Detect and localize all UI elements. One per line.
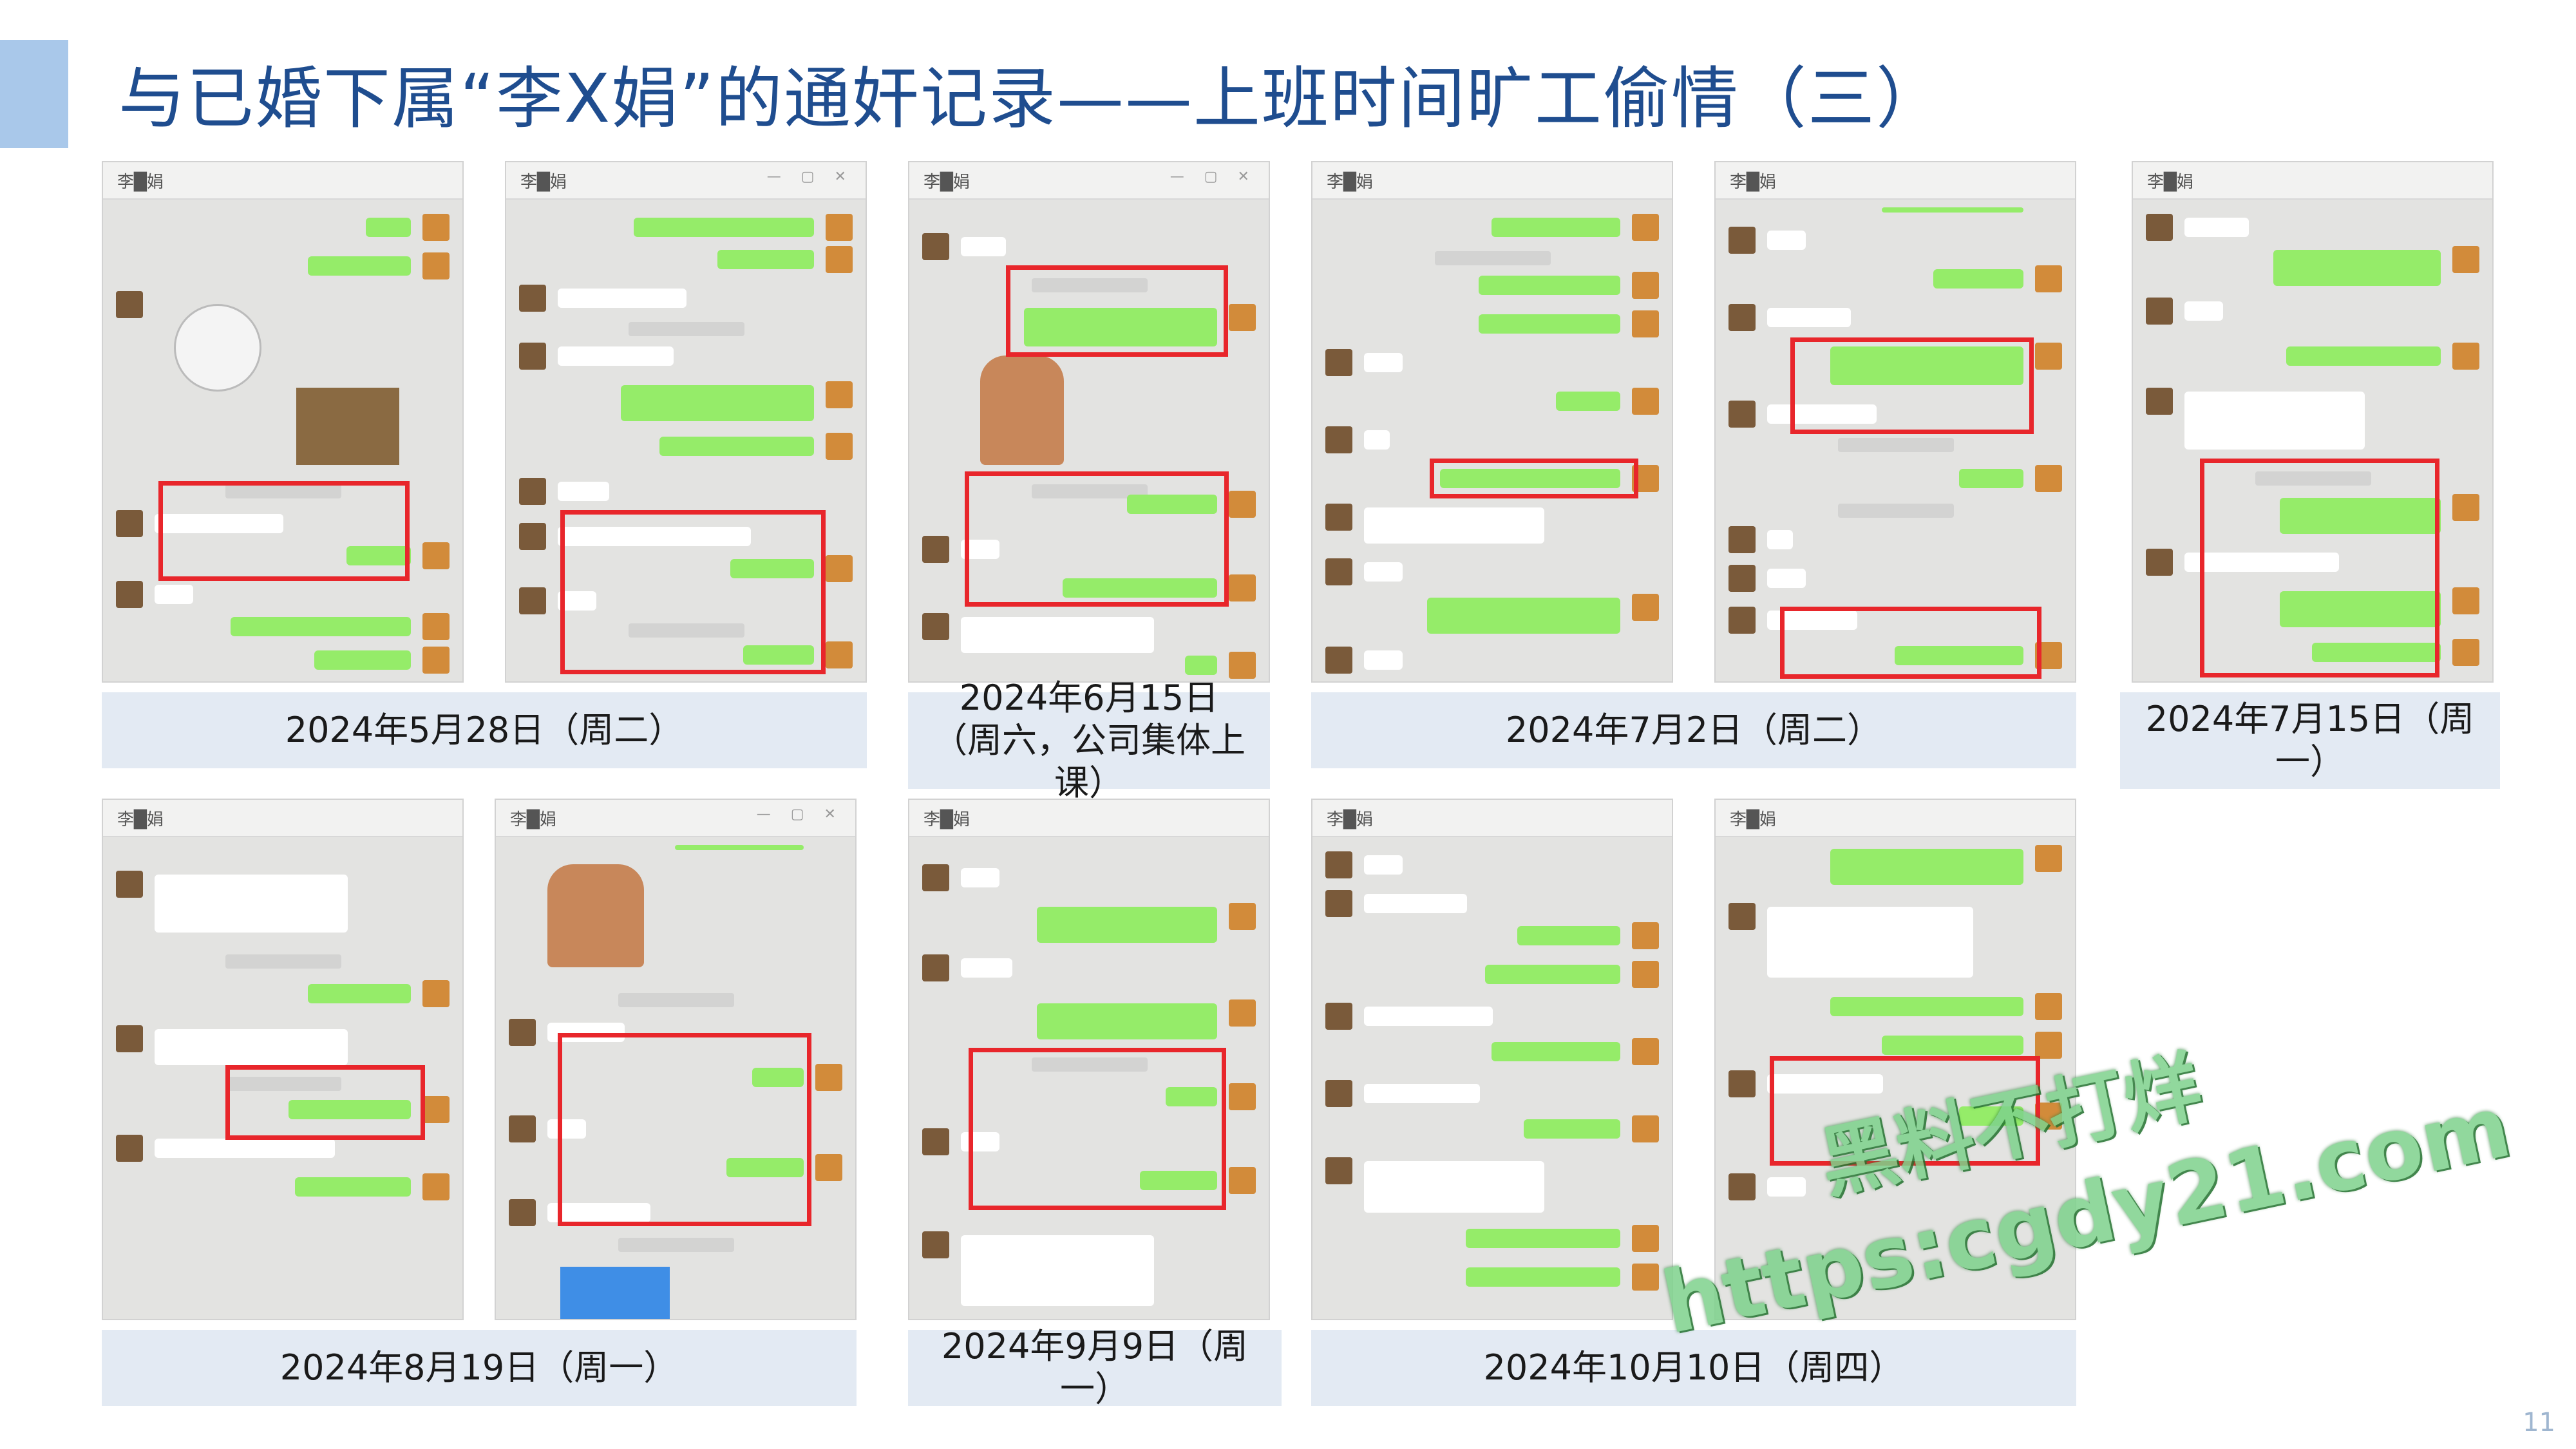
highlight-box [1006, 265, 1228, 357]
chat-header: 李█娟 [1312, 162, 1672, 200]
page-title: 与已婚下属“李X娟”的通奸记录——上班时间旷工偷情（三） [118, 59, 1945, 138]
date-caption: 2024年9月9日（周一） [908, 1326, 1282, 1409]
chat-header: 李█娟 [909, 800, 1269, 837]
highlight-box [1430, 459, 1638, 498]
contact-name: 李█娟 [520, 173, 567, 192]
image-message [560, 1267, 670, 1319]
chat-screenshot-jun15: 李█娟 — ▢ ✕ [908, 161, 1270, 683]
chat-header: 李█娟 [103, 162, 462, 200]
contact-name: 李█娟 [1730, 173, 1777, 192]
sticker-image [174, 304, 261, 392]
chat-header: 李█娟 — ▢ ✕ [506, 162, 866, 200]
chat-screenshot-may28-a: 李█娟 [102, 161, 464, 683]
contact-name: 李█娟 [923, 810, 971, 829]
date-caption: 2024年7月15日（周一） [2120, 692, 2500, 789]
chat-screenshot-oct10-a: 李█娟 [1311, 799, 1673, 1320]
sticker-image [547, 864, 644, 967]
date-caption: 2024年8月19日（周一） [102, 1330, 857, 1406]
highlight-box [1780, 607, 2041, 679]
contact-name: 李█娟 [1327, 173, 1374, 192]
chat-header: 李█娟 [2133, 162, 2492, 200]
contact-name: 李█娟 [510, 810, 557, 829]
highlight-box [558, 1033, 811, 1226]
contact-name: 李█娟 [1730, 810, 1777, 829]
chat-screenshot-aug19-b: 李█娟 — ▢ ✕ [495, 799, 857, 1320]
chat-screenshot-sep9: 李█娟 [908, 799, 1270, 1320]
chat-header: 李█娟 [1312, 800, 1672, 837]
contact-name: 李█娟 [1327, 810, 1374, 829]
highlight-box [560, 510, 826, 674]
highlight-box [969, 1048, 1226, 1210]
page-number: 11 [2523, 1408, 2555, 1437]
highlight-box [158, 481, 410, 581]
date-caption: 2024年6月15日（周六，公司集体上课） [908, 677, 1270, 803]
chat-screenshot-jul2-b: 李█娟 [1714, 161, 2076, 683]
chat-screenshot-aug19-a: 李█娟 [102, 799, 464, 1320]
photo-image [296, 388, 399, 465]
chat-screenshot-jul15: 李█娟 [2132, 161, 2494, 683]
window-controls: — ▢ ✕ [756, 806, 844, 822]
title-accent-bar [0, 40, 68, 148]
sticker-image [980, 355, 1064, 465]
chat-screenshot-jul2-a: 李█娟 [1311, 161, 1673, 683]
window-controls: — ▢ ✕ [766, 169, 854, 185]
chat-screenshot-may28-b: 李█娟 — ▢ ✕ [505, 161, 867, 683]
chat-header: 李█娟 [103, 800, 462, 837]
date-caption: 2024年5月28日（周二） [102, 692, 867, 768]
contact-name: 李█娟 [117, 810, 164, 829]
chat-header: 李█娟 — ▢ ✕ [909, 162, 1269, 200]
date-caption: 2024年7月2日（周二） [1311, 692, 2076, 768]
highlight-box [225, 1065, 425, 1140]
chat-header: 李█娟 — ▢ ✕ [496, 800, 855, 837]
highlight-box [965, 471, 1229, 607]
contact-name: 李█娟 [923, 173, 971, 192]
contact-name: 李█娟 [2147, 173, 2194, 192]
highlight-box [2200, 459, 2439, 677]
chat-header: 李█娟 [1716, 162, 2075, 200]
window-controls: — ▢ ✕ [1170, 169, 1257, 185]
contact-name: 李█娟 [117, 173, 164, 192]
chat-header: 李█娟 [1716, 800, 2075, 837]
highlight-box [1790, 337, 2034, 434]
